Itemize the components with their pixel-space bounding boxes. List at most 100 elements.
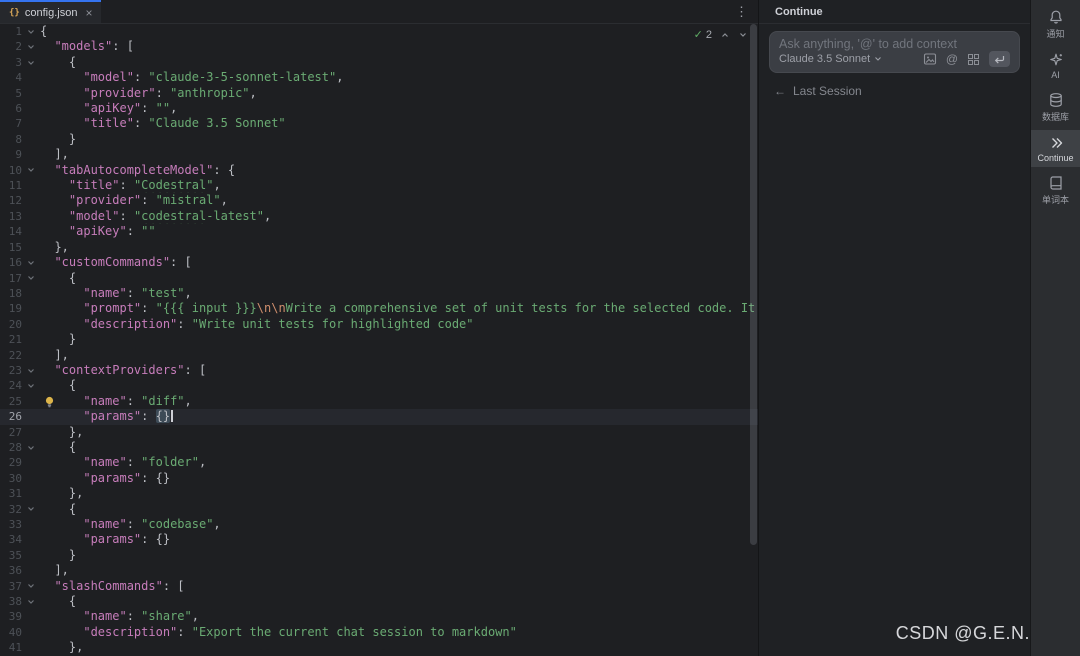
chat-input[interactable]: Ask anything, '@' to add context Claude … [769,31,1020,73]
close-icon[interactable]: × [85,7,92,19]
code-line[interactable]: 33 "name": "codebase", [0,517,758,532]
fold-chevron-icon[interactable] [22,502,40,517]
line-number: 21 [0,332,22,347]
code-line[interactable]: 13 "model": "codestral-latest", [0,209,758,224]
code-line[interactable]: 31 }, [0,486,758,501]
line-number: 18 [0,286,22,301]
fold-spacer [22,332,40,347]
image-icon[interactable] [923,52,937,66]
inspection-count: 2 [706,29,712,41]
code-line[interactable]: 20 "description": "Write unit tests for … [0,317,758,332]
tab-options-icon[interactable]: ⋮ [725,0,758,23]
tool-window-label: 通知 [1046,27,1064,40]
fold-chevron-icon[interactable] [22,163,40,178]
code-line[interactable]: 28 { [0,440,758,455]
line-number: 40 [0,625,22,640]
intention-bulb-icon[interactable] [44,396,55,408]
code-line[interactable]: 24 { [0,378,758,393]
code-line[interactable]: 26 "params": {} [0,409,758,424]
code-line[interactable]: 15 }, [0,240,758,255]
code-line[interactable]: 1{ [0,24,758,39]
inspections-widget[interactable]: ✓ 2 [694,28,748,41]
line-number: 7 [0,116,22,131]
code-line[interactable]: 14 "apiKey": "" [0,224,758,239]
code-line[interactable]: 17 { [0,271,758,286]
chat-icon-group: @ [923,52,980,66]
prev-problem-icon[interactable] [720,30,730,40]
line-number: 24 [0,378,22,393]
code-line[interactable]: 4 "model": "claude-3-5-sonnet-latest", [0,70,758,85]
code-text: "slashCommands": [ [40,579,758,594]
blocks-icon[interactable] [967,53,980,66]
line-number: 15 [0,240,22,255]
enter-icon [994,55,1005,64]
line-number: 39 [0,609,22,624]
fold-chevron-icon[interactable] [22,579,40,594]
line-number: 2 [0,39,22,54]
code-line[interactable]: 37 "slashCommands": [ [0,579,758,594]
mention-icon[interactable]: @ [946,53,958,65]
code-line[interactable]: 22 ], [0,348,758,363]
line-number: 41 [0,640,22,655]
editor-scrollbar[interactable] [750,24,757,545]
code-line[interactable]: 2 "models": [ [0,39,758,54]
fold-chevron-icon[interactable] [22,24,40,39]
code-line[interactable]: 5 "provider": "anthropic", [0,86,758,101]
model-selector[interactable]: Claude 3.5 Sonnet [779,53,882,65]
code-line[interactable]: 29 "name": "folder", [0,455,758,470]
code-line[interactable]: 21 } [0,332,758,347]
line-number: 30 [0,471,22,486]
fold-spacer [22,532,40,547]
fold-chevron-icon[interactable] [22,363,40,378]
tool-window-button-database[interactable]: 数据库 [1031,87,1080,127]
code-line[interactable]: 39 "name": "share", [0,609,758,624]
code-text: "tabAutocompleteModel": { [40,163,758,178]
code-text: }, [40,486,758,501]
code-line[interactable]: 19 "prompt": "{{{ input }}}\n\nWrite a c… [0,301,758,316]
fold-chevron-icon[interactable] [22,55,40,70]
code-line[interactable]: 7 "title": "Claude 3.5 Sonnet" [0,116,758,131]
fold-chevron-icon[interactable] [22,440,40,455]
code-line[interactable]: 30 "params": {} [0,471,758,486]
code-line[interactable]: 40 "description": "Export the current ch… [0,625,758,640]
fold-spacer [22,563,40,578]
last-session-link[interactable]: ← Last Session [774,84,1015,98]
code-text: "prompt": "{{{ input }}}\n\nWrite a comp… [40,301,758,316]
code-line[interactable]: 3 { [0,55,758,70]
code-line[interactable]: 35 } [0,548,758,563]
fold-chevron-icon[interactable] [22,255,40,270]
tab-config-json[interactable]: {} config.json × [0,0,101,23]
code-line[interactable]: 25 "name": "diff", [0,394,758,409]
tool-window-button-continue-logo[interactable]: Continue [1031,130,1080,167]
code-line[interactable]: 12 "provider": "mistral", [0,193,758,208]
fold-chevron-icon[interactable] [22,271,40,286]
fold-chevron-icon[interactable] [22,378,40,393]
send-button[interactable] [989,51,1010,67]
code-line[interactable]: 36 ], [0,563,758,578]
line-number: 6 [0,101,22,116]
tool-window-button-bell[interactable]: 通知 [1031,4,1080,44]
code-line[interactable]: 6 "apiKey": "", [0,101,758,116]
fold-chevron-icon[interactable] [22,594,40,609]
code-line[interactable]: 27 }, [0,425,758,440]
tool-window-button-ai-sparkle[interactable]: AI [1031,47,1080,84]
code-line[interactable]: 11 "title": "Codestral", [0,178,758,193]
code-line[interactable]: 23 "contextProviders": [ [0,363,758,378]
code-line[interactable]: 10 "tabAutocompleteModel": { [0,163,758,178]
code-text: "name": "folder", [40,455,758,470]
code-line[interactable]: 41 }, [0,640,758,655]
code-line[interactable]: 38 { [0,594,758,609]
line-number: 37 [0,579,22,594]
code-line[interactable]: 8 } [0,132,758,147]
code-line[interactable]: 32 { [0,502,758,517]
next-problem-icon[interactable] [738,30,748,40]
code-editor[interactable]: 1{2 "models": [3 {4 "model": "claude-3-5… [0,24,758,656]
fold-chevron-icon[interactable] [22,39,40,54]
code-line[interactable]: 18 "name": "test", [0,286,758,301]
code-line[interactable]: 16 "customCommands": [ [0,255,758,270]
tool-window-button-book[interactable]: 单词本 [1031,170,1080,210]
code-line[interactable]: 34 "params": {} [0,532,758,547]
fold-spacer [22,425,40,440]
code-line[interactable]: 9 ], [0,147,758,162]
fold-spacer [22,317,40,332]
